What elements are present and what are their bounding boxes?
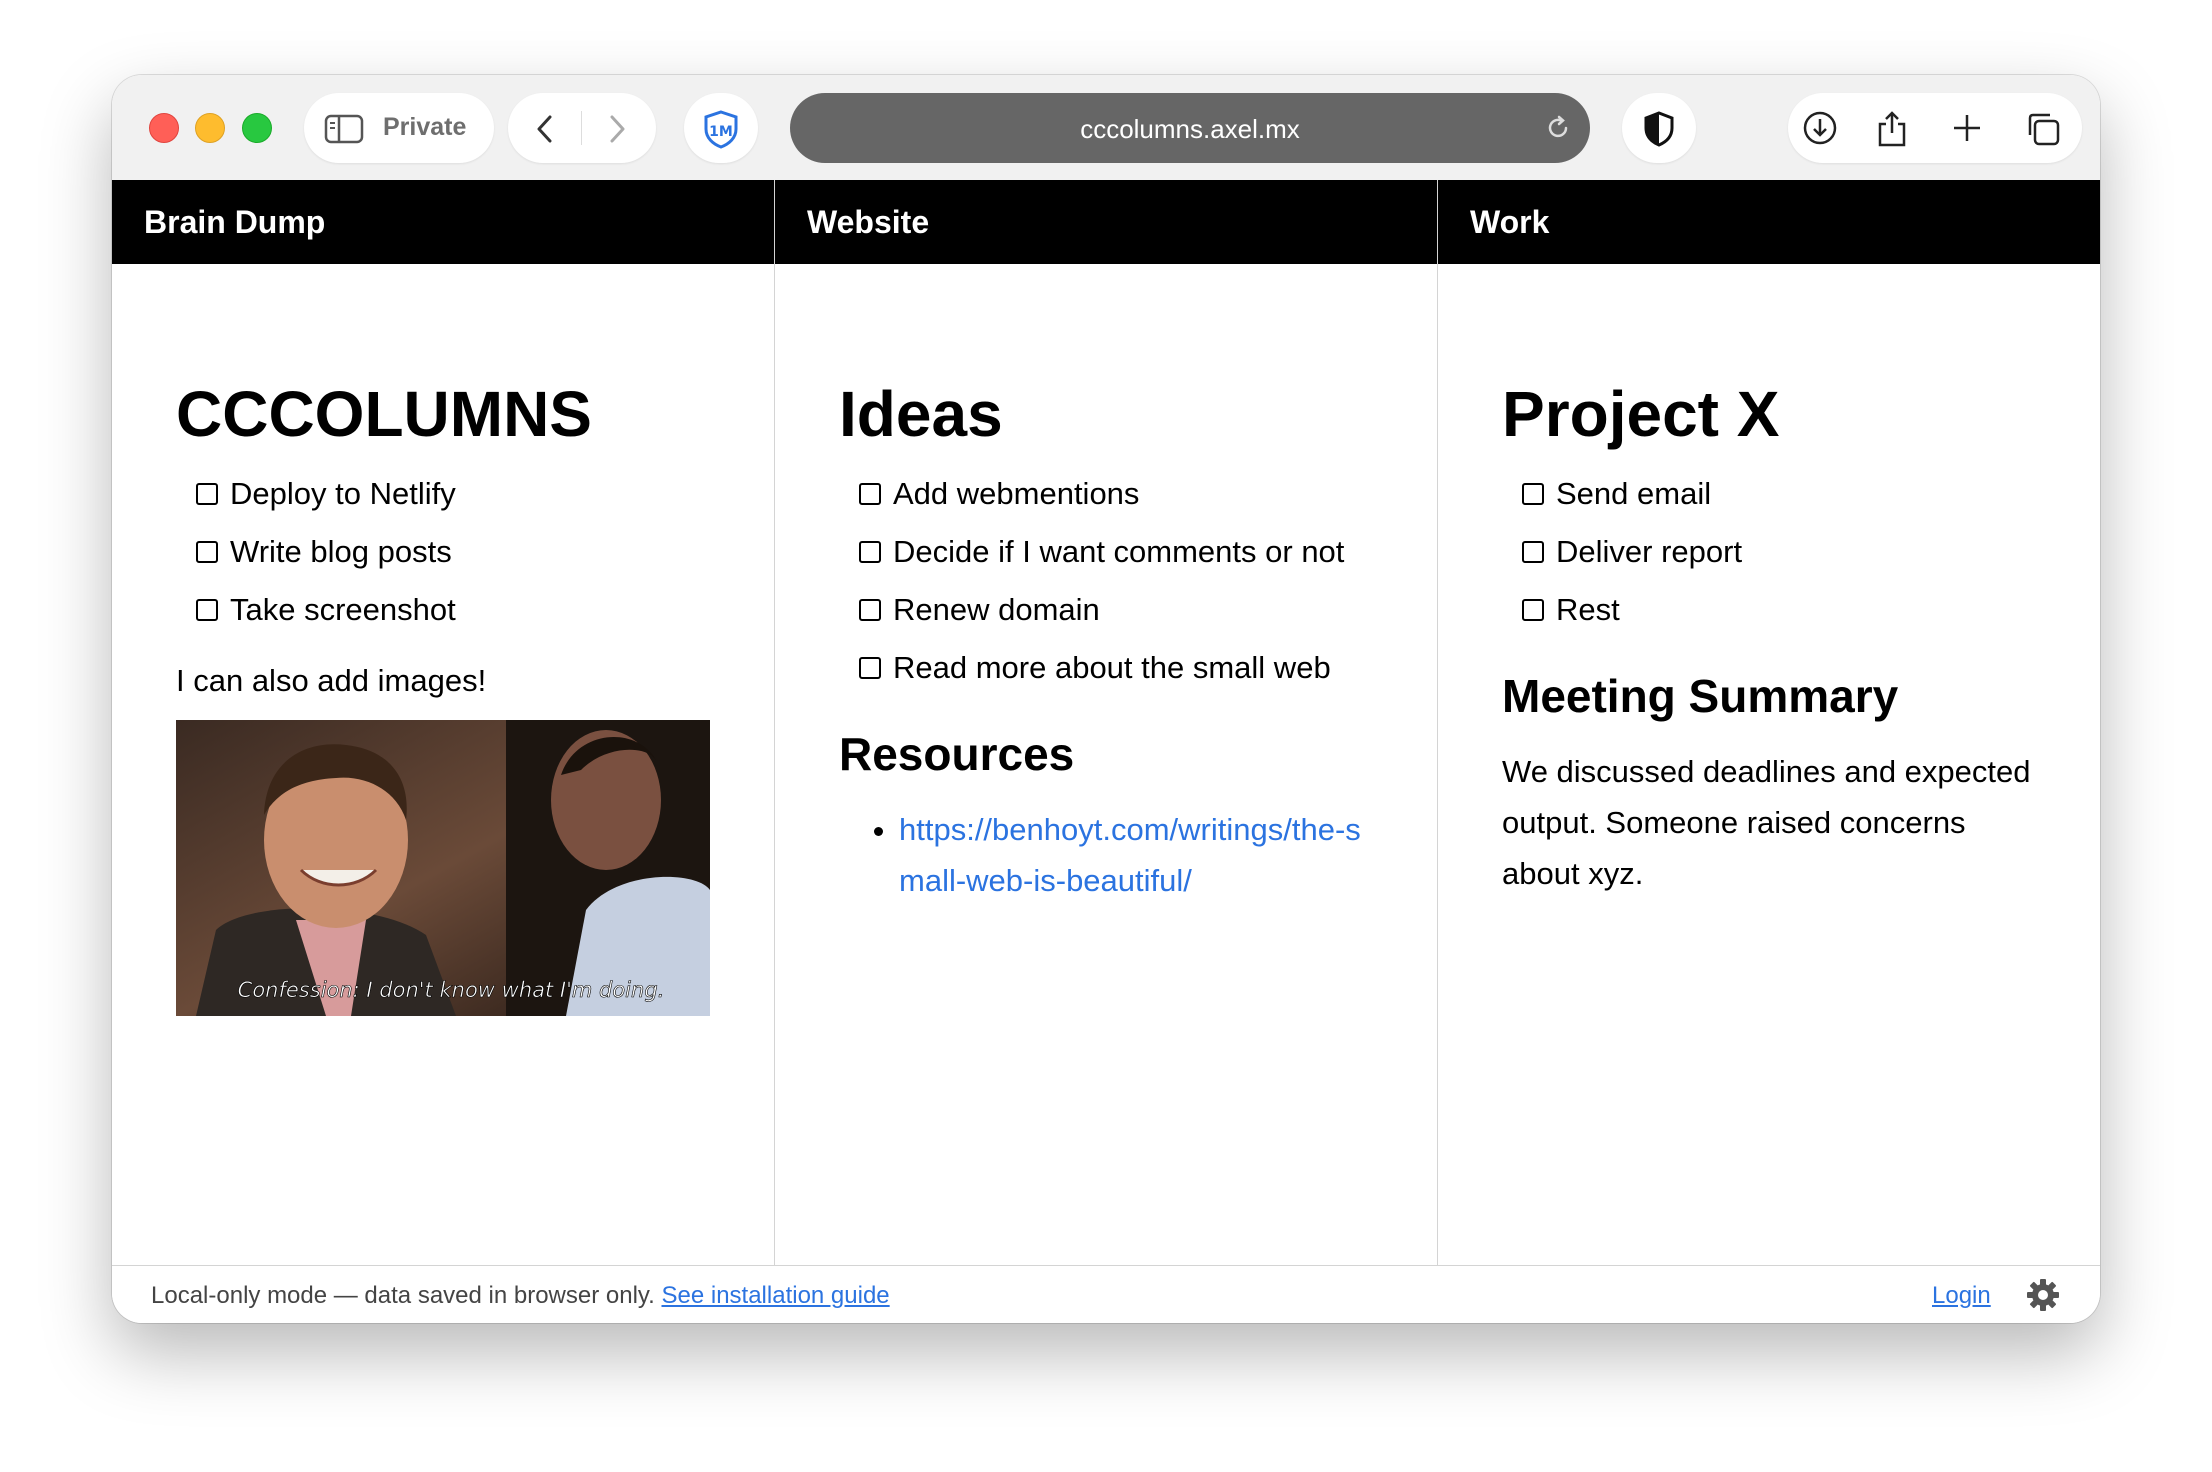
close-window-button[interactable] — [149, 113, 179, 143]
task-label: Deploy to Netlify — [230, 476, 456, 511]
tabs-overview-icon[interactable] — [2024, 110, 2062, 148]
reload-icon[interactable] — [1544, 114, 1572, 142]
privacy-shield-icon — [1644, 111, 1674, 147]
task-item: Send email — [1522, 468, 2036, 519]
column-editor[interactable]: Project X Send email Deliver report Rest… — [1438, 382, 2100, 899]
extension-shield-icon: 1M — [704, 110, 738, 149]
column-work: Work Project X Send email Deliver report… — [1438, 180, 2100, 1265]
chevron-right-icon[interactable] — [604, 113, 630, 145]
task-item: Renew domain — [859, 584, 1373, 635]
task-list: Send email Deliver report Rest — [1502, 468, 2036, 635]
task-label: Rest — [1556, 592, 1620, 627]
task-list: Deploy to Netlify Write blog posts Take … — [176, 468, 710, 635]
task-item: Read more about the small web — [859, 642, 1373, 693]
task-label: Send email — [1556, 476, 1712, 511]
list-item: https://benhoyt.com/writings/the-small-w… — [899, 804, 1373, 906]
task-label: Deliver report — [1556, 534, 1743, 569]
column-header[interactable]: Website — [775, 180, 1437, 264]
column-title: Project X — [1502, 378, 1780, 450]
task-label: Read more about the small web — [893, 650, 1331, 685]
task-item: Rest — [1522, 584, 2036, 635]
task-item: Deliver report — [1522, 526, 2036, 577]
toolbar-actions — [1788, 93, 2082, 163]
column-brain-dump: Brain Dump CCCOLUMNS Deploy to Netlify W… — [112, 180, 775, 1265]
column-title: Ideas — [839, 378, 1003, 450]
address-bar[interactable]: cccolumns.axel.mx — [790, 93, 1590, 163]
checkbox[interactable] — [1522, 599, 1544, 621]
summary-text: We discussed deadlines and expected outp… — [1502, 753, 2031, 891]
resource-link[interactable]: https://benhoyt.com/writings/the-small-w… — [899, 812, 1361, 898]
browser-window: Private 1M cccolumns.axel.mx Brain Dump … — [112, 75, 2100, 1323]
share-icon[interactable] — [1876, 110, 1908, 148]
checkbox[interactable] — [196, 483, 218, 505]
note-text: I can also add images! — [176, 663, 487, 698]
local-mode-text: Local-only mode — data saved in browser … — [151, 1282, 655, 1309]
checkbox[interactable] — [859, 599, 881, 621]
installation-guide-link[interactable]: See installation guide — [661, 1282, 889, 1309]
browser-toolbar: Private 1M cccolumns.axel.mx — [112, 75, 2100, 180]
column-header[interactable]: Brain Dump — [112, 180, 774, 264]
task-label: Write blog posts — [230, 534, 452, 569]
minimize-window-button[interactable] — [195, 113, 225, 143]
task-label: Add webmentions — [893, 476, 1140, 511]
resource-list: https://benhoyt.com/writings/the-small-w… — [839, 804, 1373, 906]
plus-icon[interactable] — [1950, 110, 1984, 146]
task-item: Add webmentions — [859, 468, 1373, 519]
navigation-buttons — [508, 93, 656, 163]
section-heading: Resources — [839, 728, 1075, 780]
task-item: Take screenshot — [196, 584, 710, 635]
task-label: Decide if I want comments or not — [893, 534, 1345, 569]
svg-text:1M: 1M — [709, 124, 733, 140]
column-header[interactable]: Work — [1438, 180, 2100, 264]
columns-container: Brain Dump CCCOLUMNS Deploy to Netlify W… — [112, 180, 2100, 1265]
status-bar: Local-only mode — data saved in browser … — [112, 1265, 2100, 1323]
status-message: Local-only mode — data saved in browser … — [151, 1282, 890, 1310]
column-editor[interactable]: Ideas Add webmentions Decide if I want c… — [775, 382, 1437, 906]
meme-image: Confession: I don't know what I'm doing. — [176, 720, 710, 1016]
checkbox[interactable] — [196, 599, 218, 621]
task-item: Deploy to Netlify — [196, 468, 710, 519]
private-mode-label: Private — [383, 113, 467, 141]
section-heading: Meeting Summary — [1502, 670, 1899, 722]
extension-button[interactable]: 1M — [684, 93, 758, 163]
download-icon[interactable] — [1802, 110, 1838, 146]
checkbox[interactable] — [859, 483, 881, 505]
task-label: Renew domain — [893, 592, 1100, 627]
column-editor[interactable]: CCCOLUMNS Deploy to Netlify Write blog p… — [112, 382, 774, 1016]
meme-caption: Confession: I don't know what I'm doing. — [238, 978, 665, 1002]
task-list: Add webmentions Decide if I want comment… — [839, 468, 1373, 693]
zoom-window-button[interactable] — [242, 113, 272, 143]
privacy-report-button[interactable] — [1622, 93, 1696, 163]
task-item: Write blog posts — [196, 526, 710, 577]
sidebar-icon — [324, 114, 364, 144]
checkbox[interactable] — [859, 657, 881, 679]
task-item: Decide if I want comments or not — [859, 526, 1373, 577]
gear-icon[interactable] — [2025, 1277, 2061, 1313]
checkbox[interactable] — [859, 541, 881, 563]
login-link[interactable]: Login — [1932, 1282, 1991, 1310]
checkbox[interactable] — [1522, 483, 1544, 505]
nav-divider — [581, 111, 582, 145]
column-website: Website Ideas Add webmentions Decide if … — [775, 180, 1438, 1265]
sidebar-toggle-button[interactable]: Private — [304, 93, 494, 163]
checkbox[interactable] — [1522, 541, 1544, 563]
url-text: cccolumns.axel.mx — [1080, 114, 1300, 144]
checkbox[interactable] — [196, 541, 218, 563]
chevron-left-icon[interactable] — [532, 113, 558, 145]
task-label: Take screenshot — [230, 592, 456, 627]
column-title: CCCOLUMNS — [176, 378, 592, 450]
